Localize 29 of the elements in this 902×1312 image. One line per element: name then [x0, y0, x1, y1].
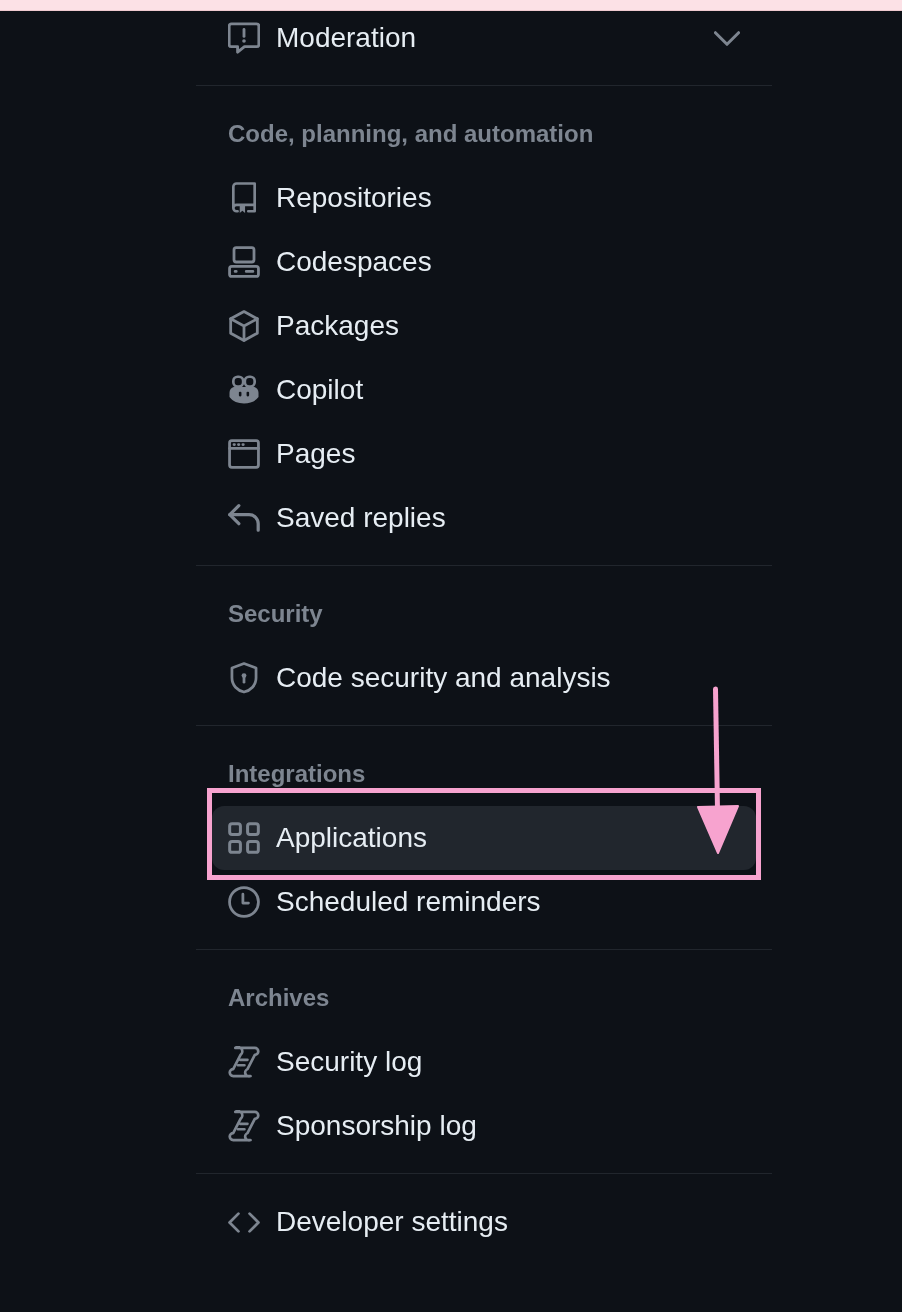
- section-heading: Integrations: [227, 759, 367, 789]
- section-heading: Security: [227, 599, 324, 629]
- sidebar-item[interactable]: Copilot: [212, 358, 756, 422]
- goggles-face-icon: [228, 374, 260, 406]
- sidebar-item[interactable]: Security log: [212, 1030, 756, 1094]
- sidebar-item[interactable]: Codespaces: [212, 230, 756, 294]
- sidebar-item[interactable]: Repositories: [212, 166, 756, 230]
- computer-icon: [228, 246, 260, 278]
- sidebar-item[interactable]: Saved replies: [212, 486, 756, 550]
- sidebar-item[interactable]: Code security and analysis: [212, 646, 756, 710]
- comment-exclamation-icon: [228, 22, 260, 54]
- scroll-icon: [228, 1110, 260, 1142]
- sidebar-item[interactable]: Sponsorship log: [212, 1094, 756, 1158]
- sidebar-item[interactable]: Scheduled reminders: [212, 870, 756, 934]
- shield-lock-icon: [228, 662, 260, 694]
- sidebar-item[interactable]: Pages: [212, 422, 756, 486]
- reply-arrow-icon: [228, 502, 260, 534]
- sidebar-item[interactable]: Moderation: [212, 11, 756, 65]
- scroll-icon: [228, 1046, 260, 1078]
- sidebar-item[interactable]: Developer settings: [212, 1190, 756, 1254]
- section-heading: Archives: [227, 983, 331, 1013]
- clock-icon: [228, 886, 260, 918]
- browser-window-icon: [228, 438, 260, 470]
- sidebar-item[interactable]: Applications: [212, 806, 756, 870]
- section-heading: Code, planning, and automation: [227, 119, 595, 149]
- code-icon: [228, 1211, 260, 1233]
- grid-icon: [228, 822, 260, 854]
- cube-icon: [228, 310, 260, 342]
- sidebar-item[interactable]: Packages: [212, 294, 756, 358]
